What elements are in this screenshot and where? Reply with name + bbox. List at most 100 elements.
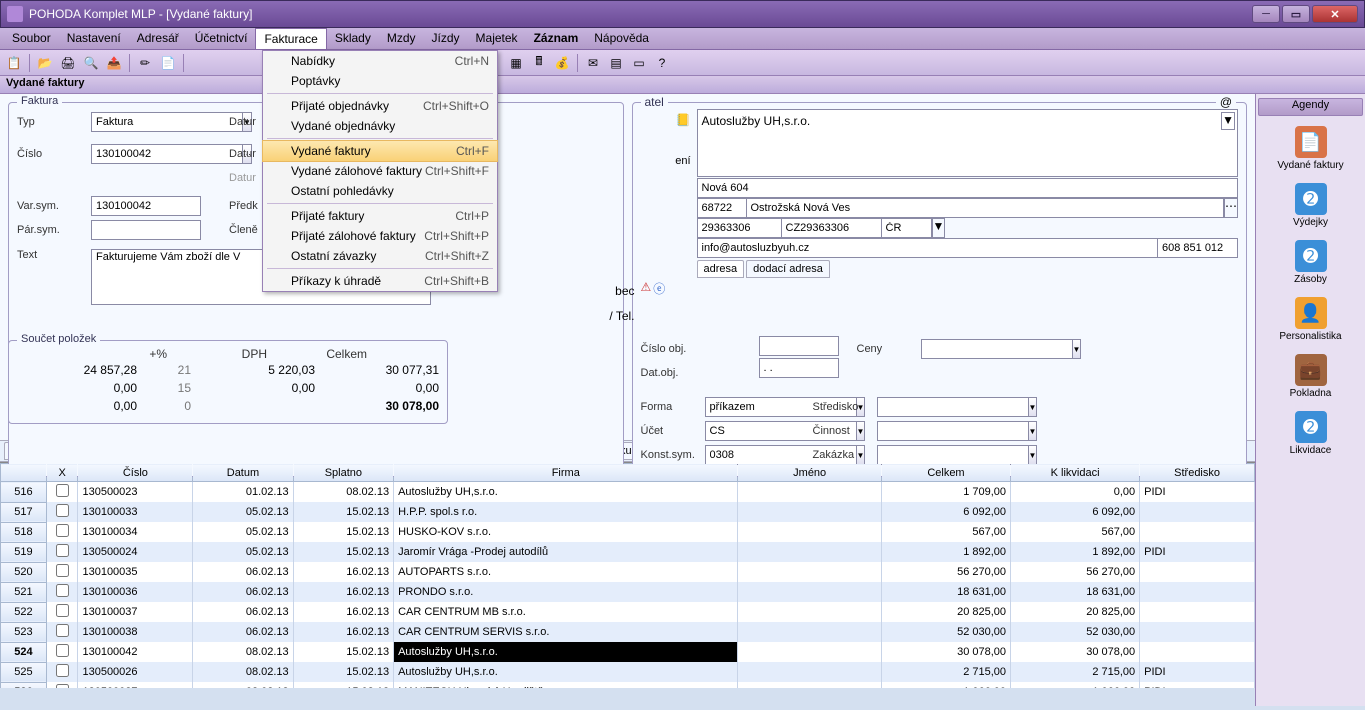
zakazka-input[interactable] bbox=[877, 445, 1029, 465]
zeme-input[interactable] bbox=[882, 218, 932, 238]
agenda-Vydané faktury[interactable]: 📄Vydané faktury bbox=[1258, 120, 1363, 177]
table-row[interactable]: 51713010003305.02.1315.02.13H.P.P. spol.… bbox=[1, 502, 1255, 522]
row-checkbox[interactable] bbox=[56, 484, 69, 497]
stredisko-dropdown-icon[interactable]: ▼ bbox=[1029, 397, 1038, 417]
row-checkbox[interactable] bbox=[56, 664, 69, 677]
menu-ucetnictvi[interactable]: Účetnictví bbox=[187, 28, 256, 49]
col-header[interactable]: Jméno bbox=[738, 464, 881, 482]
col-header[interactable]: K likvidaci bbox=[1011, 464, 1140, 482]
row-checkbox[interactable] bbox=[56, 644, 69, 657]
tool-list-icon[interactable]: ▤ bbox=[606, 53, 626, 73]
table-row[interactable]: 51913050002405.02.1315.02.13Jaromír Vrág… bbox=[1, 542, 1255, 562]
tool-calc-icon[interactable]: 🖩 bbox=[529, 53, 549, 73]
table-row[interactable]: 52313010003806.02.1316.02.13CAR CENTRUM … bbox=[1, 622, 1255, 642]
tool-new-icon[interactable]: 📋 bbox=[4, 53, 24, 73]
menu-item[interactable]: Přijaté fakturyCtrl+P bbox=[263, 206, 497, 226]
menu-item[interactable]: Vydané objednávky bbox=[263, 116, 497, 136]
tool-money-icon[interactable]: 💰 bbox=[552, 53, 572, 73]
agenda-Výdejky[interactable]: ➋Výdejky bbox=[1258, 177, 1363, 234]
col-header[interactable]: Celkem bbox=[881, 464, 1010, 482]
tool-help-icon[interactable]: ? bbox=[652, 53, 672, 73]
menu-item[interactable]: NabídkyCtrl+N bbox=[263, 51, 497, 71]
menu-item[interactable]: Vydané zálohové fakturyCtrl+Shift+F bbox=[263, 161, 497, 181]
row-checkbox[interactable] bbox=[56, 684, 69, 688]
table-row[interactable]: 52013010003506.02.1316.02.13AUTOPARTS s.… bbox=[1, 562, 1255, 582]
zakazka-dropdown-icon[interactable]: ▼ bbox=[1029, 445, 1038, 465]
tab-dodaci[interactable]: dodací adresa bbox=[746, 260, 830, 278]
stredisko-input[interactable] bbox=[877, 397, 1029, 417]
agenda-Likvidace[interactable]: ➋Likvidace bbox=[1258, 405, 1363, 462]
psc-input[interactable] bbox=[697, 198, 747, 218]
tool-msg-icon[interactable]: ✉ bbox=[583, 53, 603, 73]
firma-field[interactable]: Autoslužby UH,s.r.o. bbox=[700, 112, 1222, 174]
ceny-input[interactable] bbox=[921, 339, 1073, 359]
ulice-input[interactable] bbox=[697, 178, 1239, 198]
tool-grid-icon[interactable]: ▦ bbox=[506, 53, 526, 73]
col-header[interactable]: Firma bbox=[394, 464, 738, 482]
warn-icon[interactable]: ⚠ bbox=[641, 280, 652, 294]
ie-icon[interactable]: ⓔ bbox=[653, 280, 665, 297]
menu-item[interactable]: Přijaté objednávkyCtrl+Shift+O bbox=[263, 96, 497, 116]
menu-napoveda[interactable]: Nápověda bbox=[586, 28, 657, 49]
cinnost-dropdown-icon[interactable]: ▼ bbox=[1029, 421, 1038, 441]
cisloobj-input[interactable] bbox=[759, 336, 839, 356]
email-input[interactable] bbox=[697, 238, 1159, 258]
ico-input[interactable] bbox=[697, 218, 782, 238]
menu-zaznam[interactable]: Záznam bbox=[526, 28, 587, 49]
dic-input[interactable] bbox=[782, 218, 882, 238]
table-row[interactable]: 52613050002708.02.1315.02.13MANITECH Uhe… bbox=[1, 682, 1255, 688]
menu-mzdy[interactable]: Mzdy bbox=[379, 28, 424, 49]
menu-sklady[interactable]: Sklady bbox=[327, 28, 379, 49]
menu-item[interactable]: Přijaté zálohové fakturyCtrl+Shift+P bbox=[263, 226, 497, 246]
table-row[interactable]: 52513050002608.02.1315.02.13Autoslužby U… bbox=[1, 662, 1255, 682]
typ-input[interactable] bbox=[91, 112, 243, 132]
row-checkbox[interactable] bbox=[56, 604, 69, 617]
data-grid[interactable]: XČísloDatumSplatnoFirmaJménoCelkemK likv… bbox=[0, 462, 1255, 688]
maximize-button[interactable]: ▭ bbox=[1282, 5, 1310, 23]
table-row[interactable]: 52413010004208.02.1315.02.13Autoslužby U… bbox=[1, 642, 1255, 662]
menu-majetek[interactable]: Majetek bbox=[468, 28, 526, 49]
table-row[interactable]: 52113010003606.02.1316.02.13PRONDO s.r.o… bbox=[1, 582, 1255, 602]
tool-edit-icon[interactable]: ✏ bbox=[135, 53, 155, 73]
agenda-Personalistika[interactable]: 👤Personalistika bbox=[1258, 291, 1363, 348]
table-row[interactable]: 51813010003405.02.1315.02.13HUSKO-KOV s.… bbox=[1, 522, 1255, 542]
row-checkbox[interactable] bbox=[56, 504, 69, 517]
menu-item[interactable]: Ostatní závazkyCtrl+Shift+Z bbox=[263, 246, 497, 266]
menu-jizdy[interactable]: Jízdy bbox=[424, 28, 468, 49]
menu-item[interactable]: Příkazy k úhraděCtrl+Shift+B bbox=[263, 271, 497, 291]
tool-copy-icon[interactable]: 📄 bbox=[158, 53, 178, 73]
menu-adresar[interactable]: Adresář bbox=[129, 28, 187, 49]
firma-dropdown-icon[interactable]: ▼ bbox=[1221, 112, 1235, 130]
col-header[interactable]: X bbox=[46, 464, 78, 482]
datobj-input[interactable] bbox=[759, 358, 839, 378]
col-header[interactable]: Číslo bbox=[78, 464, 193, 482]
cinnost-input[interactable] bbox=[877, 421, 1029, 441]
menu-item[interactable]: Ostatní pohledávky bbox=[263, 181, 497, 201]
menu-soubor[interactable]: Soubor bbox=[4, 28, 59, 49]
tool-form-icon[interactable]: ▭ bbox=[629, 53, 649, 73]
row-checkbox[interactable] bbox=[56, 624, 69, 637]
tool-preview-icon[interactable]: 🔍 bbox=[81, 53, 101, 73]
tab-adresa[interactable]: adresa bbox=[697, 260, 745, 278]
tool-print-icon[interactable]: 🖨 bbox=[58, 53, 78, 73]
col-header[interactable]: Středisko bbox=[1140, 464, 1255, 482]
agenda-Pokladna[interactable]: 💼Pokladna bbox=[1258, 348, 1363, 405]
varsym-input[interactable] bbox=[91, 196, 201, 216]
menu-item[interactable]: Poptávky bbox=[263, 71, 497, 91]
menu-fakturace[interactable]: Fakturace bbox=[255, 28, 326, 49]
row-checkbox[interactable] bbox=[56, 524, 69, 537]
col-header[interactable]: Datum bbox=[193, 464, 293, 482]
tool-export-icon[interactable]: 📤 bbox=[104, 53, 124, 73]
table-row[interactable]: 52213010003706.02.1316.02.13CAR CENTRUM … bbox=[1, 602, 1255, 622]
col-header[interactable] bbox=[1, 464, 47, 482]
row-checkbox[interactable] bbox=[56, 544, 69, 557]
minimize-button[interactable]: ─ bbox=[1252, 5, 1280, 23]
row-checkbox[interactable] bbox=[56, 584, 69, 597]
col-header[interactable]: Splatno bbox=[293, 464, 393, 482]
tel-input[interactable] bbox=[1158, 238, 1238, 258]
parsym-input[interactable] bbox=[91, 220, 201, 240]
mesto-input[interactable] bbox=[747, 198, 1225, 218]
zeme-dropdown-icon[interactable]: ▼ bbox=[932, 218, 946, 238]
ceny-dropdown-icon[interactable]: ▼ bbox=[1073, 339, 1082, 359]
menu-nastaveni[interactable]: Nastavení bbox=[59, 28, 129, 49]
